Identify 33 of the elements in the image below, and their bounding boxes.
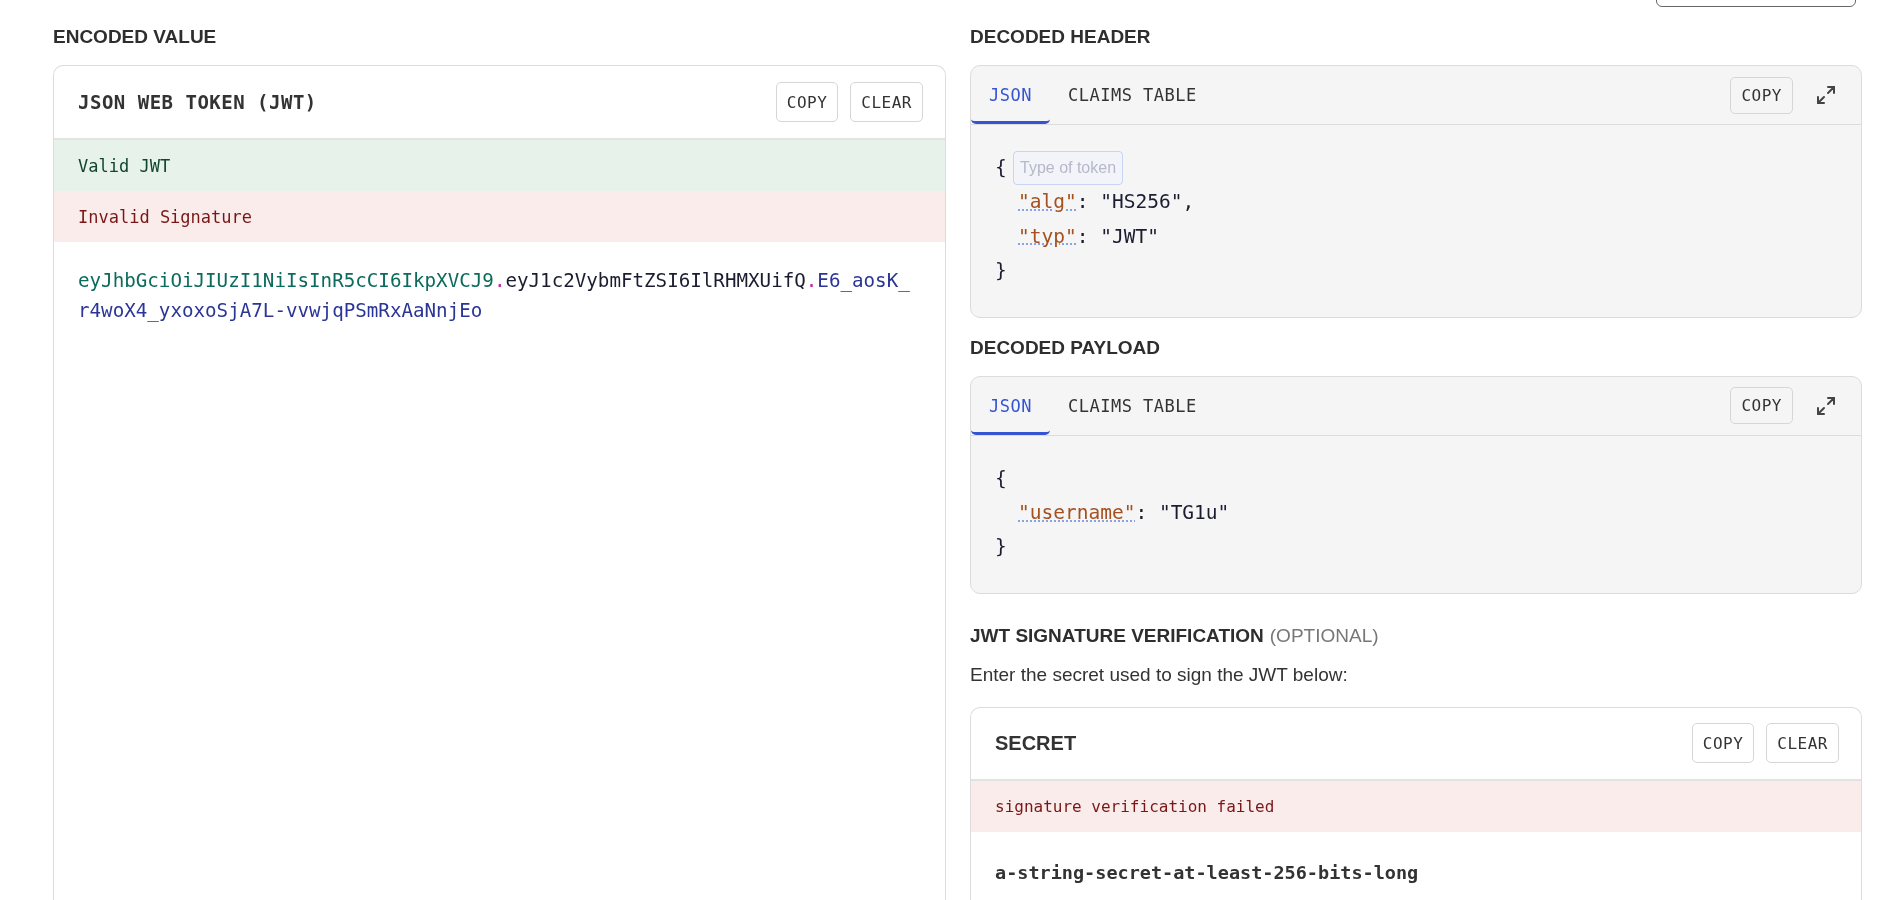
tab[interactable]: CLAIMS TABLE xyxy=(1049,66,1215,124)
tab[interactable]: JSON xyxy=(971,66,1050,124)
clear-button[interactable]: CLEAR xyxy=(850,82,923,122)
secret-field[interactable]: a-string-secret-at-least-256-bits-long xyxy=(995,861,1795,883)
expand-icon[interactable] xyxy=(1815,84,1837,106)
code-line: { xyxy=(995,155,1007,181)
expand-icon[interactable] xyxy=(1815,394,1837,417)
description-text: Enter the secret used to sign the JWT below: xyxy=(970,663,1348,685)
tooltip: Type of token xyxy=(1013,151,1124,185)
copy-button[interactable]: COPY xyxy=(775,82,839,122)
tab[interactable]: JSON xyxy=(971,376,1050,435)
section-title: JWT SIGNATURE VERIFICATION xyxy=(970,624,1264,647)
copy-button[interactable]: COPY xyxy=(1691,723,1755,764)
section-title: DECODED PAYLOAD xyxy=(970,336,1161,359)
optional-note: (OPTIONAL) xyxy=(1269,624,1379,647)
error-message: signature verification failed xyxy=(971,780,1861,832)
copy-button[interactable]: COPY xyxy=(1730,387,1793,425)
tab[interactable]: CLAIMS TABLE xyxy=(1049,376,1215,435)
code-line: "alg": "HS256", xyxy=(1017,189,1195,216)
code-line: } xyxy=(995,534,1007,561)
code-line: "username": "TG1u" xyxy=(1017,500,1230,527)
clear-button[interactable]: CLEAR xyxy=(1766,723,1839,764)
error-message: Invalid Signature xyxy=(54,191,945,242)
panel-title: JSON WEB TOKEN (JWT) xyxy=(78,91,317,113)
success-message: Valid JWT xyxy=(54,140,945,191)
panel-title: SECRET xyxy=(995,731,1077,755)
section-title: DECODED HEADER xyxy=(970,26,1151,48)
section-title: ENCODED VALUE xyxy=(53,26,217,48)
copy-button[interactable]: COPY xyxy=(1730,76,1793,114)
token-field[interactable]: eyJhbGciOiJIUzI1NiIsInR5cCI6IkpXVCJ9.eyJ1c2VybmFtZSI6IlRHMXUifQ.E6_aosK_r4woX4_yxoxoSjA7L-vvwjqPSmRxAaNnjEo xyxy=(78,266,914,326)
code-line: } xyxy=(995,258,1007,285)
code-line: { xyxy=(995,465,1007,492)
code-line: "typ": "JWT" xyxy=(1017,223,1159,250)
